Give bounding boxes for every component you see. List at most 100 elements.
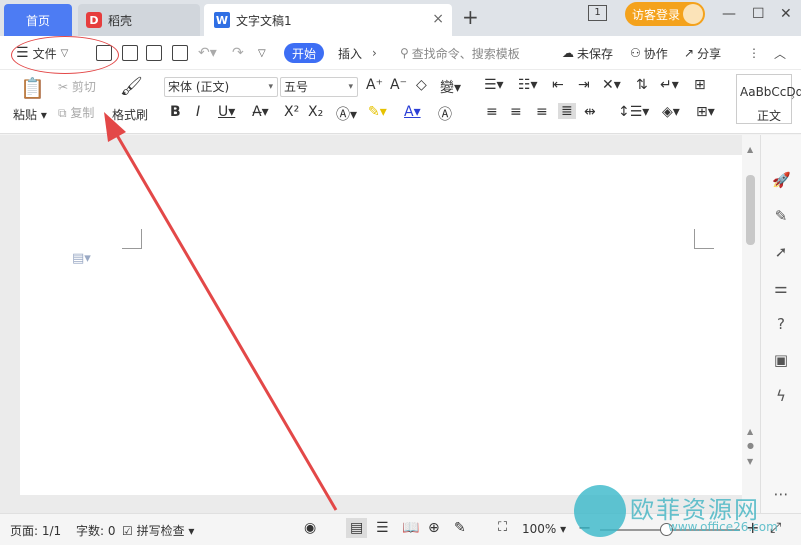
format-painter-button[interactable]: 格式刷	[112, 106, 148, 123]
font-color-button[interactable]: A▾	[404, 104, 421, 120]
style-normal[interactable]: AaBbCcDd 正文	[736, 74, 801, 124]
decrease-indent-button[interactable]: ⇤	[552, 77, 564, 93]
paste-icon[interactable]: 📋	[20, 76, 45, 100]
italic-button[interactable]: I	[196, 104, 200, 120]
zoom-level[interactable]: 100% ▾	[522, 522, 566, 536]
shrink-font-button[interactable]: A⁻	[390, 77, 407, 93]
pointer-icon[interactable]: ➚	[772, 243, 790, 261]
superscript-button[interactable]: X²	[284, 104, 299, 120]
tab-home-label: 首页	[25, 13, 50, 28]
document-page[interactable]: ▤▾	[20, 155, 742, 495]
more-horizontal-icon[interactable]: ⋯	[772, 485, 790, 503]
strikethrough-button[interactable]: A̶▾	[252, 104, 269, 120]
pen-icon[interactable]: ✎	[772, 207, 790, 225]
undo-button[interactable]: ↶▾	[198, 36, 217, 70]
chinese-layout-button[interactable]: ✕▾	[602, 77, 621, 93]
align-center-button[interactable]: ≡	[510, 104, 522, 120]
tab-document[interactable]: W 文字文稿1 ×	[204, 4, 452, 36]
watermark-url: www.office26.com	[668, 520, 778, 534]
fit-page-icon[interactable]: ⛶	[498, 520, 507, 535]
grow-font-button[interactable]: A⁺	[366, 77, 383, 93]
eye-icon[interactable]: ◉	[304, 520, 316, 536]
tab-bar: 首页 D 稻壳 W 文字文稿1 × + 1 访客登录 — ☐ ✕	[0, 0, 801, 36]
tab-daoke[interactable]: D 稻壳	[78, 4, 200, 36]
rocket-icon[interactable]: 🚀	[772, 171, 791, 189]
preview-icon	[172, 45, 188, 61]
clear-format-button[interactable]: ◇	[416, 77, 427, 93]
line-spacing-button[interactable]: ↕☰▾	[618, 104, 649, 120]
print-button[interactable]	[146, 36, 162, 70]
shading-button[interactable]: ◈▾	[662, 104, 680, 120]
vertical-scrollbar[interactable]: ▲ ▲ ● ▼	[742, 135, 760, 513]
subscript-button[interactable]: X₂	[308, 104, 323, 120]
more-tabs-button[interactable]: ›	[372, 36, 377, 70]
font-family-select[interactable]: 宋体 (正文) ▾	[164, 77, 278, 97]
scroll-up-icon[interactable]: ▲	[747, 145, 753, 154]
tab-home[interactable]: 首页	[4, 4, 72, 36]
bullet-list-button[interactable]: ☰▾	[484, 77, 504, 93]
maximize-button[interactable]: ☐	[752, 6, 765, 22]
scroll-thumb[interactable]	[746, 175, 755, 245]
help-icon[interactable]: ?	[772, 315, 790, 333]
page-down-icon[interactable]: ▼	[747, 457, 753, 466]
numbered-list-button[interactable]: ☷▾	[518, 77, 538, 93]
show-marks-button[interactable]: ↵▾	[660, 77, 679, 93]
phonetic-button[interactable]: 變▾	[440, 77, 461, 97]
close-window-button[interactable]: ✕	[780, 6, 792, 22]
page-up-icon[interactable]: ▲	[747, 427, 753, 436]
share-button[interactable]: ↗ 分享	[684, 36, 721, 70]
tab-close-icon[interactable]: ×	[432, 11, 444, 27]
sliders-icon[interactable]: ⚌	[772, 279, 790, 297]
read-view-icon[interactable]: 📖	[402, 520, 419, 536]
minimize-button[interactable]: —	[722, 6, 736, 22]
guest-login-button[interactable]: 访客登录	[625, 2, 705, 26]
page-indicator[interactable]: 页面: 1/1	[10, 522, 61, 539]
outline-view-icon[interactable]: ☰	[376, 520, 389, 536]
zoom-value: 100%	[522, 522, 557, 536]
tab-start[interactable]: 开始	[284, 43, 324, 63]
new-tab-button[interactable]: +	[462, 7, 479, 27]
write-view-icon[interactable]: ✎	[454, 520, 466, 536]
distribute-button[interactable]: ⇹	[584, 104, 596, 120]
window-count-badge[interactable]: 1	[588, 5, 607, 21]
spell-check-button[interactable]: ☑ 拼写检查 ▾	[122, 522, 194, 539]
align-left-button[interactable]: ≡	[486, 104, 498, 120]
command-search[interactable]: ⚲ 查找命令、搜索模板	[400, 36, 520, 70]
styles-scroll-icon[interactable]: ›	[791, 92, 795, 103]
unsaved-button[interactable]: ☁ 未保存	[562, 36, 613, 70]
justify-button[interactable]: ≣	[558, 103, 576, 119]
more-options-button[interactable]: ⋮	[748, 36, 760, 70]
increase-indent-button[interactable]: ⇥	[578, 77, 590, 93]
sort-button[interactable]: ⇅	[636, 77, 648, 93]
paragraph-layout-icon[interactable]: ▤▾	[72, 251, 91, 266]
underline-button[interactable]: U▾	[218, 104, 235, 120]
page-view-icon[interactable]: ▤	[346, 518, 368, 538]
borders-button[interactable]: ⊞▾	[696, 104, 715, 120]
table-tools-button[interactable]: ⊞	[694, 77, 706, 93]
lightning-icon[interactable]: ϟ	[772, 387, 790, 405]
collaborate-button[interactable]: ⚇ 协作	[630, 36, 668, 70]
web-view-icon[interactable]: ⊕	[428, 520, 440, 536]
cloud-icon: ☁	[562, 46, 574, 60]
word-count[interactable]: 字数: 0	[76, 522, 116, 539]
image-icon[interactable]: ▣	[772, 351, 790, 369]
collapse-ribbon-button[interactable]: ︿	[774, 36, 786, 70]
more-quick-button[interactable]: ▽	[258, 36, 266, 70]
char-border-button[interactable]: Ⓐ	[438, 104, 452, 124]
writer-logo-icon: W	[214, 12, 230, 28]
print-preview-button[interactable]	[172, 36, 188, 70]
align-right-button[interactable]: ≡	[536, 104, 548, 120]
paste-button[interactable]: 粘贴 ▾	[13, 106, 47, 123]
bold-button[interactable]: B	[170, 104, 181, 120]
cut-button[interactable]: ✂ 剪切	[58, 78, 96, 95]
select-browse-icon[interactable]: ●	[747, 441, 754, 450]
tab-insert[interactable]: 插入	[338, 36, 362, 70]
export-button[interactable]	[122, 36, 138, 70]
highlight-button[interactable]: ✎▾	[368, 104, 387, 120]
text-effect-button[interactable]: Ⓐ▾	[336, 104, 357, 124]
font-size-select[interactable]: 五号 ▾	[280, 77, 358, 97]
copy-button[interactable]: ⧉ 复制	[58, 104, 94, 121]
caret-down-icon: ▾	[348, 82, 353, 92]
margin-marker	[122, 229, 142, 249]
redo-button[interactable]: ↷	[232, 36, 244, 70]
